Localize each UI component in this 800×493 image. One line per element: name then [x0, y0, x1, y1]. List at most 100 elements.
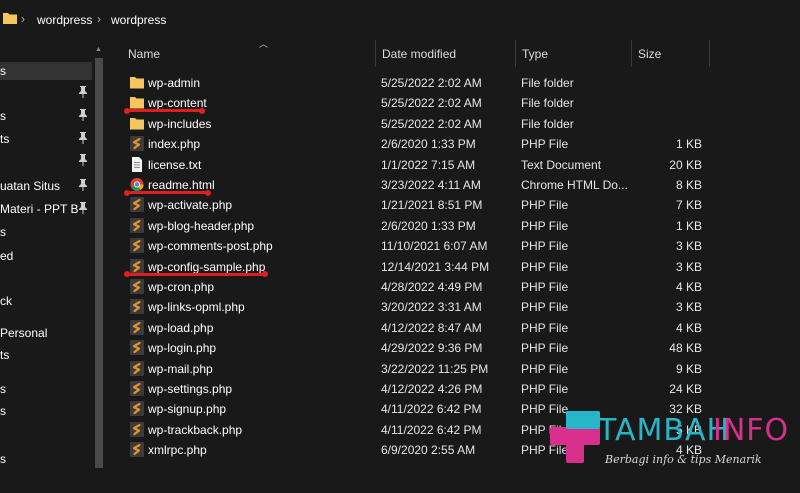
nav-item[interactable]: ed [0, 247, 92, 265]
nav-item[interactable]: s [0, 107, 92, 125]
nav-item[interactable]: ts [0, 346, 92, 364]
file-row[interactable]: wp-includes 5/25/2022 2:02 AM File folder [106, 113, 800, 133]
file-date-modified: 2/6/2020 1:33 PM [381, 218, 476, 233]
file-size: 1 KB [675, 137, 702, 152]
file-date-modified: 4/12/2022 8:47 AM [381, 320, 482, 335]
nav-item[interactable]: s [0, 62, 92, 80]
file-row[interactable]: wp-login.php 4/29/2022 9:36 PM PHP File 48 … [106, 337, 800, 357]
pin-icon[interactable] [77, 153, 89, 167]
nav-item[interactable]: s [0, 402, 92, 420]
file-date-modified: 2/6/2020 1:33 PM [381, 137, 476, 152]
file-size: 24 KB [669, 382, 702, 396]
file-row[interactable]: wp-cron.php 4/28/2022 4:49 PM PHP File 4 KB [106, 276, 800, 296]
file-size: 9 KB [675, 361, 702, 376]
nav-item-label: ts [0, 132, 10, 146]
nav-item[interactable]: s [0, 450, 92, 468]
file-date-modified: 5/25/2022 2:02 AM [381, 76, 482, 90]
column-header-date[interactable]: Date modified [376, 40, 516, 67]
folder-icon [3, 13, 17, 24]
file-date-modified: 4/11/2022 6:42 PM [381, 402, 482, 417]
nav-item-label: s [0, 109, 6, 123]
file-size: 1 KB [675, 218, 702, 233]
file-type: PHP File [521, 239, 569, 254]
pin-icon[interactable] [77, 108, 89, 122]
file-row[interactable]: readme.html 3/23/2022 4:11 AM Chrome HTML … [106, 174, 800, 196]
php-file-icon [130, 258, 144, 274]
file-row[interactable]: wp-links-opml.php 3/20/2022 3:31 AM PHP Fi… [106, 296, 800, 316]
file-name: wp-admin [148, 76, 201, 90]
chrome-icon [130, 177, 144, 192]
pin-icon[interactable] [77, 85, 89, 99]
column-header-type[interactable]: Type [516, 40, 632, 67]
file-date-modified: 4/11/2022 6:42 PM [381, 422, 482, 437]
file-name: wp-includes [148, 116, 212, 131]
file-name: wp-config-sample.php [148, 259, 266, 274]
breadcrumb-item[interactable]: wordpress [111, 13, 166, 27]
file-date-modified: 4/12/2022 4:26 PM [381, 382, 483, 396]
watermark-logo: TAMBAH INFO Berbagi info & tips Menarik [550, 405, 800, 485]
nav-item[interactable]: uatan Situs [0, 177, 92, 195]
file-size: 8 KB [675, 178, 702, 192]
file-row[interactable]: wp-config-sample.php 12/14/2021 3:44 PM PH… [106, 256, 800, 278]
file-type: PHP File [521, 218, 569, 233]
file-type: Chrome HTML Do... [521, 178, 628, 192]
php-file-icon [130, 360, 144, 376]
folder-icon [130, 116, 144, 131]
pin-icon[interactable] [77, 201, 89, 215]
file-date-modified: 5/25/2022 2:02 AM [381, 96, 482, 111]
column-header-label: Date modified [382, 47, 457, 61]
column-header-label: Name [128, 47, 161, 61]
file-type: PHP File [521, 341, 569, 356]
nav-item[interactable] [0, 84, 92, 102]
file-name: readme.html [148, 178, 215, 192]
file-row[interactable]: wp-comments-post.php 11/10/2021 6:07 AM PH… [106, 235, 800, 255]
chevron-right-icon[interactable]: › [21, 12, 25, 26]
file-size: 3 KB [675, 259, 702, 274]
file-type: PHP File [521, 280, 569, 294]
nav-item-label: ts [0, 348, 10, 362]
scroll-up-arrow-icon[interactable]: ▲ [95, 46, 102, 53]
file-row[interactable]: index.php 2/6/2020 1:33 PM PHP File 1 KB [106, 133, 800, 153]
file-date-modified: 3/22/2022 11:25 PM [381, 361, 489, 376]
nav-item-label: s [0, 64, 6, 78]
chevron-right-icon[interactable]: › [97, 12, 101, 26]
breadcrumb-item[interactable]: wordpress [37, 13, 92, 27]
file-size: 3 KB [675, 239, 702, 254]
file-date-modified: 1/21/2021 8:51 PM [381, 198, 483, 213]
nav-item[interactable]: Personal [0, 324, 92, 342]
logo-plus-shape [566, 411, 600, 429]
php-file-icon [130, 279, 144, 294]
pin-icon[interactable] [77, 131, 89, 145]
file-date-modified: 5/25/2022 2:02 AM [381, 116, 482, 131]
nav-item[interactable]: s [0, 223, 92, 241]
file-size: 3 KB [675, 300, 702, 315]
nav-item[interactable]: ck [0, 292, 92, 310]
column-header-name[interactable]: Name ︿ [122, 39, 376, 67]
file-row[interactable]: wp-settings.php 4/12/2022 4:26 PM PHP File… [106, 378, 800, 398]
file-row[interactable]: wp-blog-header.php 2/6/2020 1:33 PM PHP Fi… [106, 215, 800, 235]
nav-item[interactable] [0, 152, 92, 170]
file-row[interactable]: wp-content 5/25/2022 2:02 AM File folder [106, 92, 800, 114]
file-name: wp-activate.php [148, 198, 233, 213]
scrollbar-thumb[interactable] [95, 58, 103, 468]
file-row[interactable]: wp-activate.php 1/21/2021 8:51 PM PHP File… [106, 194, 800, 214]
file-row[interactable]: wp-load.php 4/12/2022 8:47 AM PHP File 4 KB [106, 317, 800, 337]
php-file-icon [130, 299, 144, 315]
file-row[interactable]: wp-admin 5/25/2022 2:02 AM File folder [106, 72, 800, 92]
nav-item[interactable]: ts [0, 130, 92, 148]
column-header-size[interactable]: Size [632, 40, 710, 67]
nav-item[interactable]: s [0, 380, 92, 398]
file-row[interactable]: wp-mail.php 3/22/2022 11:25 PM PHP File 9 K… [106, 358, 800, 378]
php-file-icon [130, 319, 144, 335]
file-name: wp-mail.php [148, 361, 213, 376]
file-date-modified: 12/14/2021 3:44 PM [381, 259, 490, 274]
address-bar[interactable]: › wordpress › wordpress [0, 0, 800, 40]
nav-item-label: Personal [0, 326, 48, 340]
folder-icon [130, 75, 144, 90]
pin-icon[interactable] [77, 178, 89, 192]
nav-item[interactable]: Materi - PPT B [0, 200, 92, 218]
file-date-modified: 3/23/2022 4:11 AM [381, 178, 481, 192]
navigation-scrollbar[interactable]: ▲ [92, 40, 106, 493]
file-type: File folder [521, 116, 574, 131]
file-row[interactable]: license.txt 1/1/2022 7:15 AM Text Document… [106, 154, 800, 174]
